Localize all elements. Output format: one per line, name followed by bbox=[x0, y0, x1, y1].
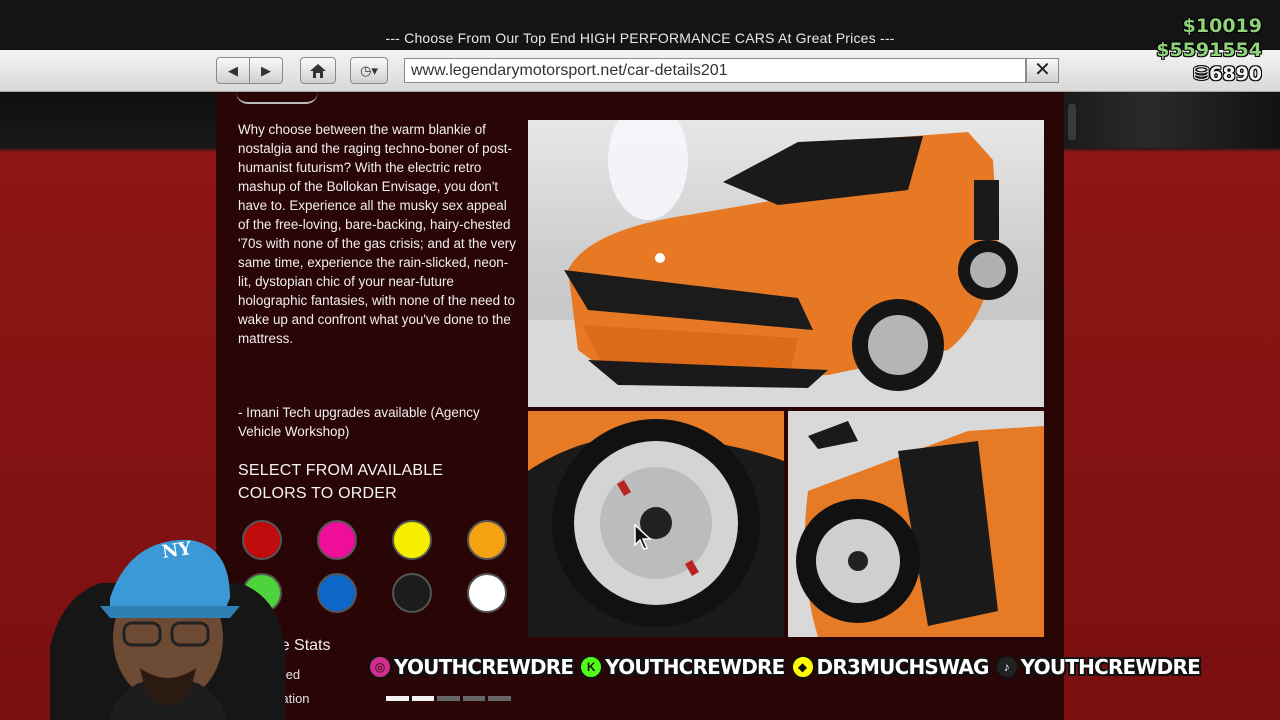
back-arrow-icon: ◀ bbox=[228, 62, 238, 78]
snapchat-icon: ◆ bbox=[790, 655, 815, 679]
social-banner: ◎ YOUTHCREWDRE K YOUTHCREWDRE ◆ DR3MUCHSWAG ♪ Y… bbox=[368, 652, 1201, 682]
site-logo[interactable] bbox=[236, 92, 318, 104]
site-header: --- Choose From Our Top End HIGH PERFORM… bbox=[0, 0, 1280, 50]
color-swatch-pink[interactable] bbox=[317, 520, 357, 560]
money-hud: $10019 $5591554 ⛁6890 bbox=[1156, 14, 1262, 86]
car-main-photo[interactable] bbox=[528, 120, 1044, 407]
history-button[interactable]: ◷▾ bbox=[350, 57, 388, 84]
back-button[interactable]: ◀ bbox=[216, 57, 250, 84]
instagram-icon: ◎ bbox=[368, 655, 392, 679]
home-icon bbox=[310, 63, 326, 78]
close-x-icon: ✕ bbox=[1034, 59, 1051, 81]
browser-toolbar: ◀ ▶ ◷▾ www.legendarymotorsport.net/car-d… bbox=[0, 50, 1280, 92]
social-item-instagram: ◎ YOUTHCREWDRE bbox=[368, 655, 574, 679]
stat-segment bbox=[437, 696, 460, 701]
chips-amount: ⛁6890 bbox=[1156, 62, 1262, 86]
chips-icon: ⛁ bbox=[1193, 63, 1210, 85]
social-item-kick: K YOUTHCREWDRE bbox=[579, 655, 785, 679]
tiktok-icon: ♪ bbox=[994, 655, 1019, 679]
color-swatch-yellow[interactable] bbox=[392, 520, 432, 560]
color-swatch-black[interactable] bbox=[392, 573, 432, 613]
stat-segment bbox=[386, 696, 409, 701]
car-wheel-photo[interactable] bbox=[528, 411, 784, 637]
color-swatch-white[interactable] bbox=[467, 573, 507, 613]
close-button[interactable]: ✕ bbox=[1026, 58, 1059, 83]
address-bar[interactable]: www.legendarymotorsport.net/car-details2… bbox=[404, 58, 1026, 83]
clock-icon: ◷▾ bbox=[360, 62, 378, 78]
stat-segment bbox=[462, 696, 486, 701]
car-description: Why choose between the warm blankie of n… bbox=[238, 122, 516, 346]
backdrop-strip bbox=[1062, 92, 1280, 148]
social-handle: YOUTHCREWDRE bbox=[1020, 655, 1201, 679]
kick-icon: K bbox=[579, 655, 604, 679]
car-rear-photo[interactable] bbox=[788, 411, 1044, 637]
site-slogan: --- Choose From Our Top End HIGH PERFORM… bbox=[385, 30, 895, 46]
social-item-snapchat: ◆ DR3MUCHSWAG bbox=[790, 655, 990, 679]
mouse-cursor bbox=[634, 523, 652, 555]
social-handle: YOUTHCREWDRE bbox=[605, 655, 785, 679]
stat-segment bbox=[488, 696, 511, 701]
home-button[interactable] bbox=[300, 57, 336, 84]
chips-value: 6890 bbox=[1209, 63, 1262, 85]
bank-amount: $5591554 bbox=[1156, 39, 1262, 61]
forward-arrow-icon: ▶ bbox=[261, 62, 271, 78]
acceleration-bar bbox=[386, 696, 511, 701]
colors-heading: SELECT FROM AVAILABLE COLORS TO ORDER bbox=[238, 462, 444, 502]
car-details-panel: Why choose between the warm blankie of n… bbox=[216, 92, 1064, 720]
forward-button[interactable]: ▶ bbox=[249, 57, 283, 84]
color-swatch-blue[interactable] bbox=[317, 573, 357, 613]
cash-amount: $10019 bbox=[1182, 15, 1262, 37]
webcam-overlay: NY bbox=[40, 528, 290, 720]
social-item-tiktok: ♪ YOUTHCREWDRE bbox=[994, 655, 1201, 679]
upgrade-note: - Imani Tech upgrades available (Agency … bbox=[238, 405, 480, 439]
cap-logo: NY bbox=[160, 538, 193, 563]
stat-segment bbox=[411, 696, 435, 701]
social-handle: DR3MUCHSWAG bbox=[816, 655, 990, 679]
color-swatch-orange[interactable] bbox=[467, 520, 507, 560]
page-scrollbar[interactable] bbox=[1068, 104, 1076, 140]
social-handle: YOUTHCREWDRE bbox=[394, 655, 574, 679]
